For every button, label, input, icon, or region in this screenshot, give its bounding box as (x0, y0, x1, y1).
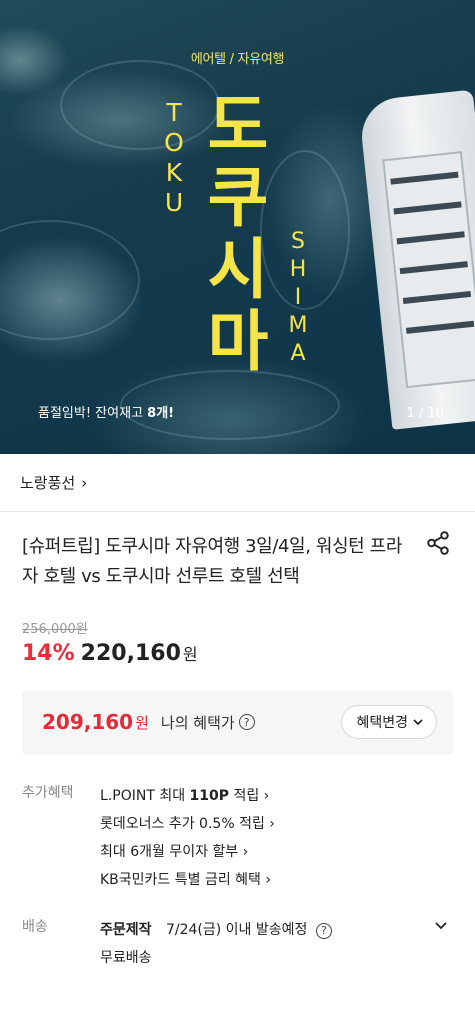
extra-benefits-list: L.POINT 최대 110P 적립 › 롯데오너스 추가 0.5% 적립 › … (100, 782, 275, 894)
image-counter: 1 / 10 (406, 406, 444, 421)
help-icon[interactable]: ? (315, 923, 332, 939)
delivery-details: 주문제작 7/24(금) 이내 발송예정 ? 무료배송 (100, 916, 332, 972)
seller-name: 노랑풍선 (20, 474, 76, 492)
my-benefit-box: 209,160 원 나의 혜택가 ? 혜택변경 (22, 690, 453, 754)
hero-latin-right: SH IM A (288, 229, 308, 366)
benefit-item-lpoint[interactable]: L.POINT 최대 110P 적립 › (100, 782, 275, 810)
hero-tag: 에어텔 / 자유여행 (190, 52, 285, 67)
share-icon[interactable] (425, 530, 451, 556)
discount-rate: 14% (22, 641, 75, 666)
hero-title: 도쿠 시마 (207, 87, 269, 380)
chevron-down-icon[interactable] (433, 918, 449, 934)
extra-benefits: 추가혜택 L.POINT 최대 110P 적립 › 롯데오너스 추가 0.5% … (0, 782, 475, 894)
ship-illustration (348, 89, 475, 431)
help-icon[interactable]: ? (238, 714, 255, 730)
product-info: [슈퍼트립] 도쿠시마 자유여행 3일/4일, 워싱턴 프라자 호텔 vs 도쿠… (0, 512, 475, 666)
wave-swirl (60, 60, 220, 150)
extra-benefits-label: 추가혜택 (22, 785, 74, 801)
delivery-type: 주문제작 (100, 922, 152, 938)
price-row: 14% 220,160 원 (22, 641, 453, 666)
delivery-schedule: 7/24(금) 이내 발송예정 (165, 922, 308, 938)
benefit-price: 209,160 (42, 710, 134, 734)
chevron-down-icon (413, 719, 423, 726)
stock-count: 8개! (147, 406, 175, 421)
hero-image[interactable]: 에어텔 / 자유여행 TO KU 도쿠 시마 SH IM A 품절임박! 잔여재… (0, 0, 475, 454)
benefit-item-kb-card[interactable]: KB국민카드 특별 금리 혜택 › (100, 866, 275, 894)
chevron-right-icon: › (81, 473, 88, 492)
change-benefit-label: 혜택변경 (356, 715, 408, 731)
original-price: 256,000원 (22, 622, 88, 637)
benefit-label: 나의 혜택가 (160, 713, 235, 732)
hero-latin-left: TO KU (164, 98, 186, 217)
benefit-item-lotte-owners[interactable]: 롯데오너스 추가 0.5% 적립 › (100, 810, 275, 838)
price-unit: 원 (182, 645, 198, 664)
delivery-fee: 무료배송 (100, 950, 152, 966)
benefit-unit: 원 (135, 713, 149, 732)
delivery-info[interactable]: 배송 주문제작 7/24(금) 이내 발송예정 ? 무료배송 (0, 916, 475, 972)
sale-price: 220,160 (80, 641, 181, 666)
product-title: [슈퍼트립] 도쿠시마 자유여행 3일/4일, 워싱턴 프라자 호텔 vs 도쿠… (22, 536, 402, 587)
wave-swirl (0, 220, 140, 340)
delivery-label: 배송 (22, 919, 48, 935)
stock-notice: 품절임박! 잔여재고 8개! (38, 406, 175, 421)
benefit-item-installment[interactable]: 최대 6개월 무이자 할부 › (100, 838, 275, 866)
seller-link[interactable]: 노랑풍선 › (0, 454, 475, 512)
change-benefit-button[interactable]: 혜택변경 (341, 705, 437, 739)
